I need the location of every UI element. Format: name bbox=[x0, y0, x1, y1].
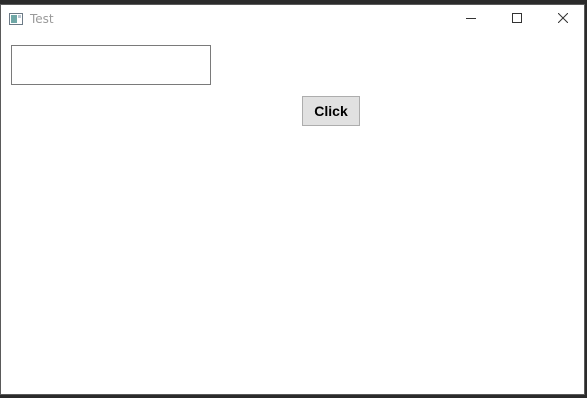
close-icon bbox=[557, 10, 569, 28]
app-window: Test Click bbox=[0, 4, 585, 395]
maximize-button[interactable] bbox=[494, 5, 540, 33]
close-button[interactable] bbox=[540, 5, 586, 33]
title-bar[interactable]: Test bbox=[1, 5, 584, 33]
window-title: Test bbox=[30, 12, 54, 26]
click-button[interactable]: Click bbox=[302, 96, 360, 126]
minimize-button[interactable] bbox=[448, 5, 494, 33]
maximize-icon bbox=[512, 10, 522, 28]
app-icon bbox=[9, 12, 23, 25]
minimize-icon bbox=[466, 10, 476, 28]
client-area: Click bbox=[1, 33, 584, 394]
text-input[interactable] bbox=[11, 45, 211, 85]
